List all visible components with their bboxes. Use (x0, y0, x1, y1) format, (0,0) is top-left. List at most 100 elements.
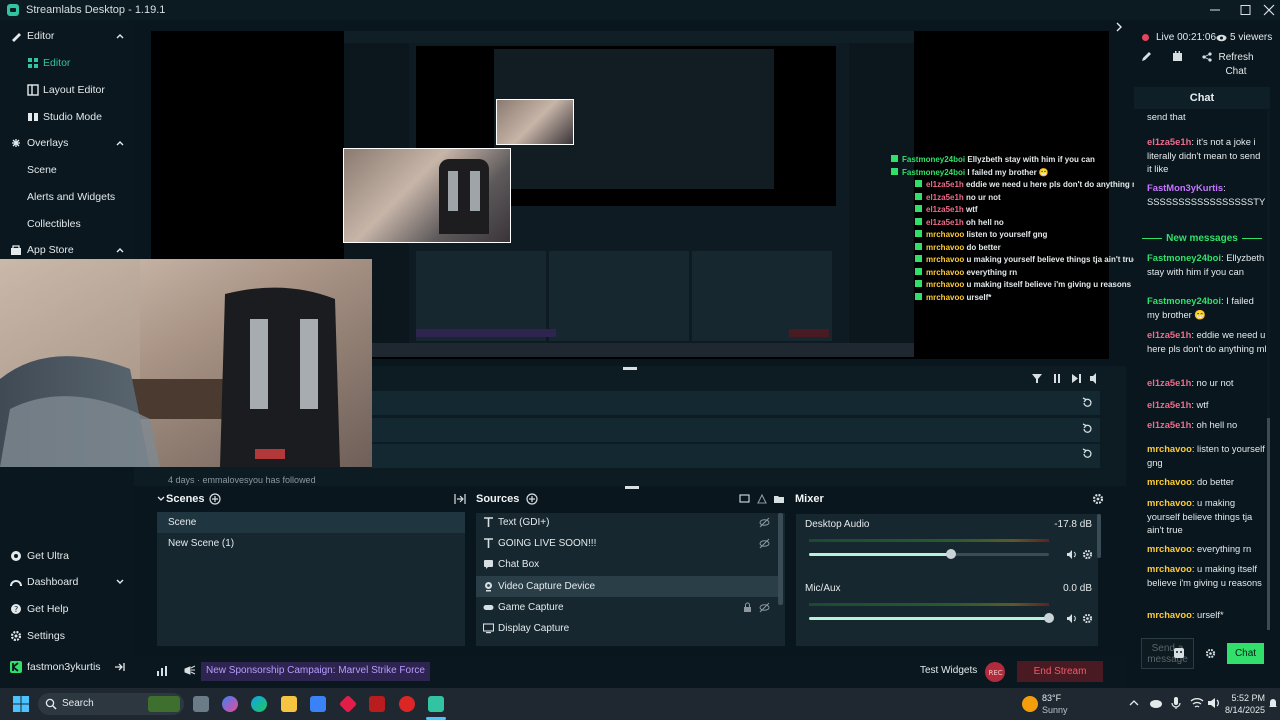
cloud-icon[interactable] (1149, 697, 1163, 709)
mcafee-icon[interactable] (369, 696, 385, 712)
resize-handle[interactable] (625, 486, 639, 489)
speaker-icon[interactable] (1066, 549, 1077, 560)
chat-username[interactable]: mrchavoo (1147, 543, 1192, 554)
chat-username[interactable]: mrchavoo (1147, 476, 1192, 487)
wifi-icon[interactable] (1190, 697, 1204, 709)
copilot-icon[interactable] (222, 696, 238, 712)
edge-icon[interactable] (251, 696, 267, 712)
gear-icon[interactable] (1082, 549, 1093, 560)
volume-slider-knob[interactable] (1044, 613, 1054, 623)
scene-item[interactable]: Scene (157, 512, 465, 533)
lock-icon[interactable] (743, 602, 752, 613)
add-scene-button[interactable] (209, 493, 221, 505)
chat-username[interactable]: mrchavoo (1147, 443, 1192, 454)
source-item[interactable]: GOING LIVE SOON!!! (476, 533, 778, 554)
test-widgets-button[interactable]: Test Widgets (920, 665, 977, 676)
notification-icon[interactable] (183, 664, 197, 678)
source-item[interactable]: Game Capture (476, 597, 778, 618)
emote-icon[interactable] (1173, 647, 1185, 659)
app-icon[interactable] (338, 694, 358, 714)
chat-username[interactable]: mrchavoo (1147, 497, 1192, 508)
task-view-icon[interactable] (193, 696, 209, 712)
chat-input[interactable]: Send a message (1141, 638, 1194, 669)
gear-icon[interactable] (1092, 493, 1104, 505)
chat-username[interactable]: Fastmoney24boi (1147, 295, 1221, 306)
chat-send-button[interactable]: Chat (1227, 643, 1264, 664)
logout-icon[interactable] (114, 661, 126, 673)
eye-slash-icon[interactable] (759, 538, 770, 549)
collapse-icon[interactable] (157, 495, 165, 503)
sidebar-item-collectibles[interactable]: Collectibles (0, 212, 134, 236)
sidebar-item-get-ultra[interactable]: Get Ultra (0, 544, 134, 568)
sidebar-item-get-help[interactable]: ? Get Help (0, 597, 134, 621)
mic-icon[interactable] (1171, 696, 1181, 710)
source-item[interactable]: Display Capture (476, 618, 778, 639)
replay-icon[interactable] (1081, 448, 1093, 460)
sidebar-user[interactable]: fastmon3ykurtis (0, 655, 134, 679)
chat-username[interactable]: mrchavoo (1147, 563, 1192, 574)
speaker-icon[interactable] (1066, 613, 1077, 624)
preview-chat-user: mrchavoo (926, 230, 967, 239)
chat-username[interactable]: Fastmoney24boi (1147, 252, 1221, 263)
chat-username[interactable]: el1za5e1h (1147, 329, 1191, 340)
source-tools-icons[interactable] (739, 493, 785, 505)
store-icon[interactable] (310, 696, 326, 712)
end-stream-button[interactable]: End Stream (1017, 661, 1103, 682)
app-icon[interactable] (399, 696, 415, 712)
rec-button[interactable]: REC (985, 662, 1005, 682)
gear-icon[interactable] (1205, 648, 1216, 659)
windows-start-icon[interactable] (13, 696, 29, 712)
sidebar-item-alerts-widgets[interactable]: Alerts and Widgets (0, 185, 134, 209)
volume-slider-knob[interactable] (946, 549, 956, 559)
events-controls (1030, 371, 1102, 385)
stats-icon[interactable] (156, 665, 168, 677)
taskbar-search[interactable]: Search (38, 693, 184, 715)
chat-username[interactable]: mrchavoo (1147, 609, 1192, 620)
text-icon (483, 538, 494, 549)
chevron-up-icon[interactable] (1129, 699, 1139, 707)
sidebar-item-studio-mode[interactable]: Studio Mode (0, 105, 134, 129)
gear-icon (10, 630, 22, 642)
chat-scrollbar[interactable] (1267, 418, 1270, 630)
source-item[interactable]: Video Capture Device (476, 576, 778, 597)
sources-scrollbar[interactable] (778, 513, 783, 605)
webcam-source-selected[interactable] (343, 148, 511, 243)
sidebar-item-dashboard[interactable]: Dashboard (0, 570, 134, 594)
sidebar-item-editor[interactable]: Editor (0, 51, 134, 75)
chat-username[interactable]: el1za5e1h (1147, 377, 1191, 388)
source-item[interactable]: Text (GDI+) (476, 512, 778, 533)
sidebar-item-scene[interactable]: Scene (0, 158, 134, 182)
resize-handle[interactable] (623, 367, 637, 370)
scene-item[interactable]: New Scene (1) (157, 533, 465, 554)
eye-slash-icon[interactable] (759, 602, 770, 613)
chat-username[interactable]: el1za5e1h (1147, 136, 1191, 147)
scene-transitions-icon[interactable] (454, 493, 466, 505)
mixer-scrollbar[interactable] (1097, 514, 1101, 558)
sidebar-section-overlays[interactable]: Overlays (0, 131, 134, 155)
sponsorship-banner[interactable]: New Sponsorship Campaign: Marvel Strike … (201, 662, 430, 681)
refresh-chat-button[interactable]: Refresh Chat (1214, 51, 1258, 79)
volume-slider-fill (809, 617, 1049, 620)
chat-username[interactable]: FastMon3yKurtis (1147, 182, 1223, 193)
streamlabs-taskbar-icon[interactable] (428, 696, 444, 712)
sidebar-item-settings[interactable]: Settings (0, 624, 134, 648)
add-source-button[interactable] (526, 493, 538, 505)
sidebar-item-label: Settings (27, 630, 65, 642)
eye-slash-icon[interactable] (759, 517, 770, 528)
chat-username[interactable]: el1za5e1h (1147, 419, 1191, 430)
close-button[interactable] (1258, 2, 1280, 18)
replay-icon[interactable] (1081, 397, 1093, 409)
maximize-button[interactable] (1234, 2, 1256, 18)
minimize-button[interactable] (1204, 2, 1226, 18)
file-explorer-icon[interactable] (281, 696, 297, 712)
source-item[interactable]: Chat Box (476, 554, 778, 575)
sidebar-section-editor[interactable]: Editor (0, 24, 134, 48)
notification-bell-icon[interactable] (1268, 697, 1278, 709)
gear-icon[interactable] (1082, 613, 1093, 624)
replay-icon[interactable] (1081, 423, 1093, 435)
sidebar-item-layout-editor[interactable]: Layout Editor (0, 78, 134, 102)
chat-username[interactable]: el1za5e1h (1147, 399, 1191, 410)
chevron-right-icon[interactable] (1114, 20, 1124, 34)
stream-info-icon[interactable] (1172, 51, 1183, 62)
edit-icon[interactable] (1141, 51, 1152, 62)
